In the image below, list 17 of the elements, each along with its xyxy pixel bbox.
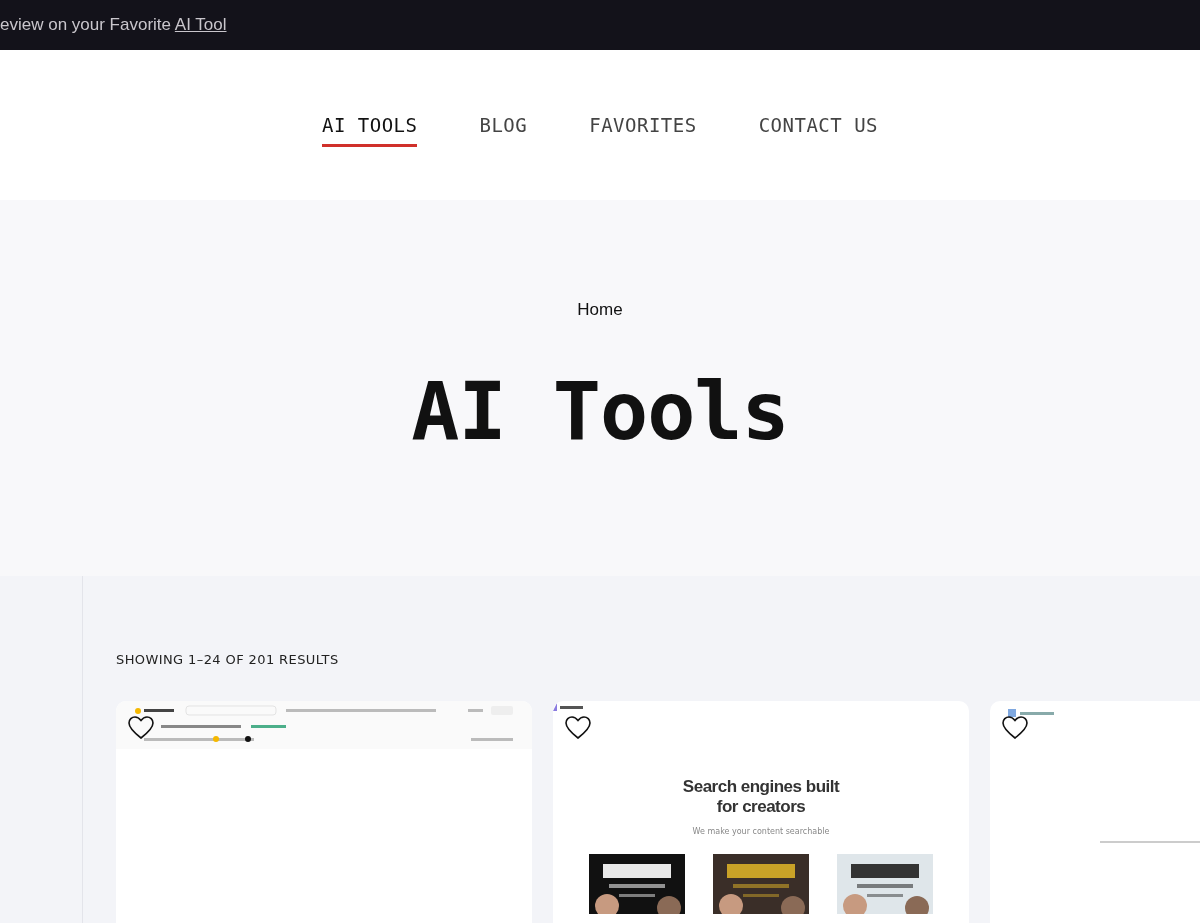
results-count: SHOWING 1–24 OF 201 RESULTS [116,652,340,667]
nav-tab[interactable]: AI TOOLS [321,103,418,147]
heart-icon[interactable] [1002,716,1028,740]
heart-icon[interactable] [128,716,154,740]
website-subheading: We make your content searchable [692,827,830,836]
heart-icon[interactable] [565,716,591,740]
tool-card[interactable]: Search engines built for creators We make your content searchable [553,701,969,923]
logo-icon [1008,709,1054,717]
nav-tab[interactable]: CONTACT US [758,103,879,147]
page-title: AI Tools [411,365,789,458]
website-heading: Search engines built for creators [681,777,841,817]
announcement-text: eview on your Favorite AI Tool [0,15,227,35]
nav-tab[interactable]: BLOG [479,103,528,147]
nav-tab[interactable]: FAVORITES [589,103,697,147]
tool-link[interactable]: AI Tool [174,15,227,34]
breadcrumb-link[interactable]: Home [577,300,623,320]
logo-icon [553,703,583,711]
